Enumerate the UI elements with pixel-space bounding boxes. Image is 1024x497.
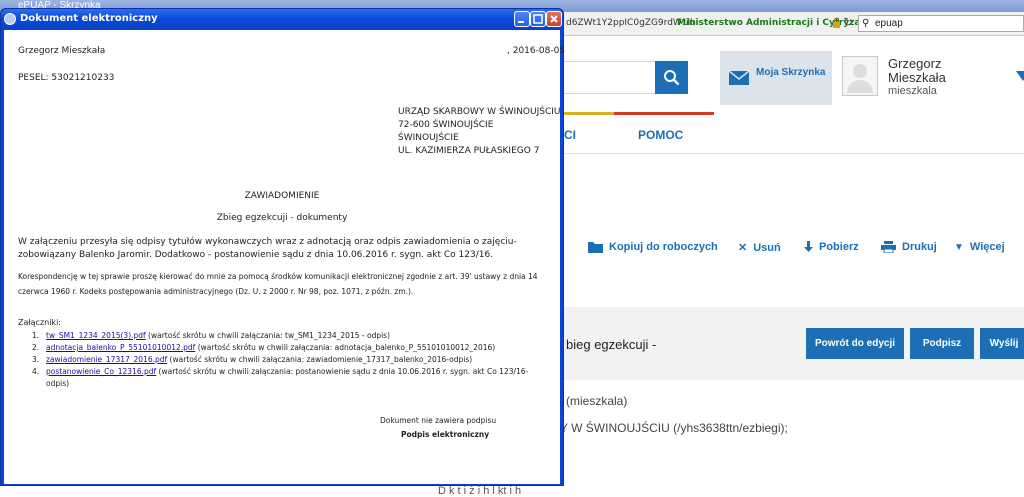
popup-title-bar[interactable]: Dokument elektroniczny: [1, 9, 563, 30]
attachment-hash: (wartość skrótu w chwili załączania: zaw…: [167, 355, 473, 364]
attachments-title: Załączniki:: [18, 318, 61, 327]
maximize-icon: [533, 14, 543, 24]
recipient-address: URZĄD SKARBOWY W ŚWINOUJŚCIU 72-600 ŚWIN…: [398, 106, 561, 158]
attachment-link[interactable]: adnotacja_balenko_P_55101010012.pdf: [46, 343, 195, 352]
sender-field: (mieszkala): [566, 394, 628, 408]
attachment-number: 4.: [32, 367, 40, 376]
user-login: mieszkala: [888, 85, 937, 97]
attachments-list: 1. tw_SM1_1234_2015(3).pdf (wartość skró…: [32, 330, 547, 390]
attachment-link[interactable]: postanowienie_Co_12316.pdf: [46, 367, 156, 376]
chevron-down-icon[interactable]: [1016, 71, 1024, 81]
user-icon: [847, 64, 873, 93]
attachment-hash: (wartość skrótu w chwili załączania: adn…: [195, 343, 496, 352]
mailbox-label: Moja Skrzynka: [756, 67, 826, 78]
user-name: Grzegorz Mieszkała: [888, 56, 946, 85]
document-pesel: PESEL: 53021210233: [18, 73, 115, 83]
no-signature-note: Dokument nie zawiera podpisu: [380, 416, 497, 425]
nav-item-help[interactable]: POMOC: [638, 128, 683, 142]
list-item: 4. postanowienie_Co_12316.pdf (wartość s…: [32, 366, 547, 390]
copy-to-drafts-button[interactable]: Kopiuj do roboczych: [588, 241, 718, 253]
browser-search-input[interactable]: ⚲ epuap: [858, 15, 1024, 32]
site-search-input[interactable]: [560, 61, 655, 94]
list-item: 1. tw_SM1_1234_2015(3).pdf (wartość skró…: [32, 330, 547, 342]
back-to-edit-button[interactable]: Powrót do edycji: [806, 328, 904, 359]
minimize-button[interactable]: [514, 11, 530, 27]
attachment-link[interactable]: tw_SM1_1234_2015(3).pdf: [46, 331, 146, 340]
nav-item-partial[interactable]: CI: [564, 128, 576, 142]
popup-content: Grzegorz Mieszkała , 2016-08-05 PESEL: 5…: [4, 30, 565, 484]
address-line: UL. KAZIMIERZA PUŁASKIEGO 7: [398, 146, 540, 156]
download-icon: [804, 241, 813, 252]
attachment-hash: (wartość skrótu w chwili załączania: tw_…: [145, 331, 391, 340]
close-icon: [550, 15, 558, 23]
address-line: ŚWINOUJŚCIE: [398, 133, 459, 143]
site-search-button[interactable]: [655, 61, 688, 94]
nav-accent-line: [560, 112, 714, 115]
search-icon: ⚲: [862, 18, 870, 29]
attachment-number: 2.: [32, 343, 40, 352]
minimize-icon: [518, 21, 524, 23]
download-label: Pobierz: [819, 241, 859, 253]
more-label: Więcej: [969, 241, 1005, 253]
document-view: Grzegorz Mieszkała , 2016-08-05 PESEL: 5…: [4, 30, 565, 484]
popup-title: Dokument elektroniczny: [20, 13, 158, 24]
lock-icon: [833, 17, 840, 28]
address-line: URZĄD SKARBOWY W ŚWINOUJŚCIU: [398, 107, 561, 117]
window-icon: [4, 13, 16, 25]
signature-label: Podpis elektroniczny: [401, 430, 490, 439]
address-line: 72-600 ŚWINOUJŚCIE: [398, 120, 494, 130]
reload-icon[interactable]: ↻: [843, 15, 853, 29]
delete-button[interactable]: ✕ Usuń: [738, 241, 781, 255]
maximize-button[interactable]: [530, 11, 546, 27]
envelope-icon: [729, 71, 749, 85]
sign-button[interactable]: Podpisz: [910, 328, 974, 359]
copy-label: Kopiuj do roboczych: [609, 241, 718, 253]
my-mailbox-link[interactable]: Moja Skrzynka: [720, 51, 832, 105]
attachment-number: 1.: [32, 331, 40, 340]
download-button[interactable]: Pobierz: [804, 241, 859, 253]
document-subheading: Zbieg egzekcuji - dokumenty: [216, 213, 348, 223]
more-button[interactable]: ▼ Więcej: [954, 241, 1005, 253]
document-paragraph: W załączeniu przesyła się odpisy tytułów…: [18, 237, 517, 260]
cut-off-text: D k t i ż i h l kt i h: [438, 485, 522, 497]
recipient-field: Y W ŚWINOUJŚCIU (/yhs3638ttn/ezbiegi);: [560, 421, 788, 435]
avatar[interactable]: [842, 56, 878, 96]
search-icon: [664, 70, 680, 86]
print-label: Drukuj: [902, 241, 937, 253]
document-paragraph: Korespondencję w tej sprawie proszę kier…: [18, 272, 538, 296]
caret-down-icon: ▼: [954, 241, 964, 253]
list-item: 3. zawiadomienie_17317_2016.pdf (wartość…: [32, 354, 547, 366]
delete-label: Usuń: [753, 241, 781, 254]
close-button[interactable]: [546, 11, 562, 27]
message-subject: bieg egzekcuji -: [566, 337, 657, 352]
attachment-number: 3.: [32, 355, 40, 364]
nav-divider: [560, 153, 1024, 154]
print-button[interactable]: Drukuj: [881, 241, 937, 253]
document-date: , 2016-08-05: [507, 46, 566, 56]
folder-icon: [588, 242, 603, 253]
list-item: 2. adnotacja_balenko_P_55101010012.pdf (…: [32, 342, 547, 354]
browser-search-value: epuap: [875, 18, 903, 29]
attachment-link[interactable]: zawiadomienie_17317_2016.pdf: [46, 355, 167, 364]
document-sender: Grzegorz Mieszkała: [18, 46, 106, 56]
close-icon: ✕: [738, 242, 748, 254]
send-button[interactable]: Wyślij: [980, 328, 1024, 359]
document-popup-window: Dokument elektroniczny Grzegorz Mieszkał…: [0, 8, 565, 486]
document-heading: ZAWIADOMIENIE: [244, 191, 320, 201]
printer-icon: [881, 241, 896, 253]
